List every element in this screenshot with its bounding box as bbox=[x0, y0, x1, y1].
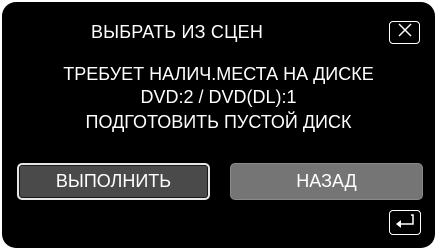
back-button-label: НАЗАД bbox=[296, 171, 357, 191]
close-button[interactable] bbox=[389, 21, 420, 44]
close-icon bbox=[397, 23, 413, 42]
return-button[interactable] bbox=[389, 210, 421, 235]
message-line-disc-count: DVD:2 / DVD(DL):1 bbox=[140, 87, 297, 107]
dialog-message: ТРЕБУЕТ НАЛИЧ.МЕСТА НА ДИСКЕ DVD:2 / DVD… bbox=[2, 63, 435, 134]
dialog-title: ВЫБРАТЬ ИЗ СЦЕН bbox=[90, 22, 264, 42]
message-line-prepare-disc: ПОДГОТОВИТЬ ПУСТОЙ ДИСК bbox=[85, 112, 352, 132]
camera-dialog-screen: ВЫБРАТЬ ИЗ СЦЕН ТРЕБУЕТ НАЛИЧ.МЕСТА НА Д… bbox=[2, 2, 435, 248]
message-line-space-required: ТРЕБУЕТ НАЛИЧ.МЕСТА НА ДИСКЕ bbox=[63, 64, 374, 84]
execute-button[interactable]: ВЫПОЛНИТЬ bbox=[17, 163, 210, 200]
return-arrow-icon bbox=[394, 212, 416, 234]
back-button[interactable]: НАЗАД bbox=[230, 163, 423, 200]
execute-button-label: ВЫПОЛНИТЬ bbox=[55, 171, 172, 191]
